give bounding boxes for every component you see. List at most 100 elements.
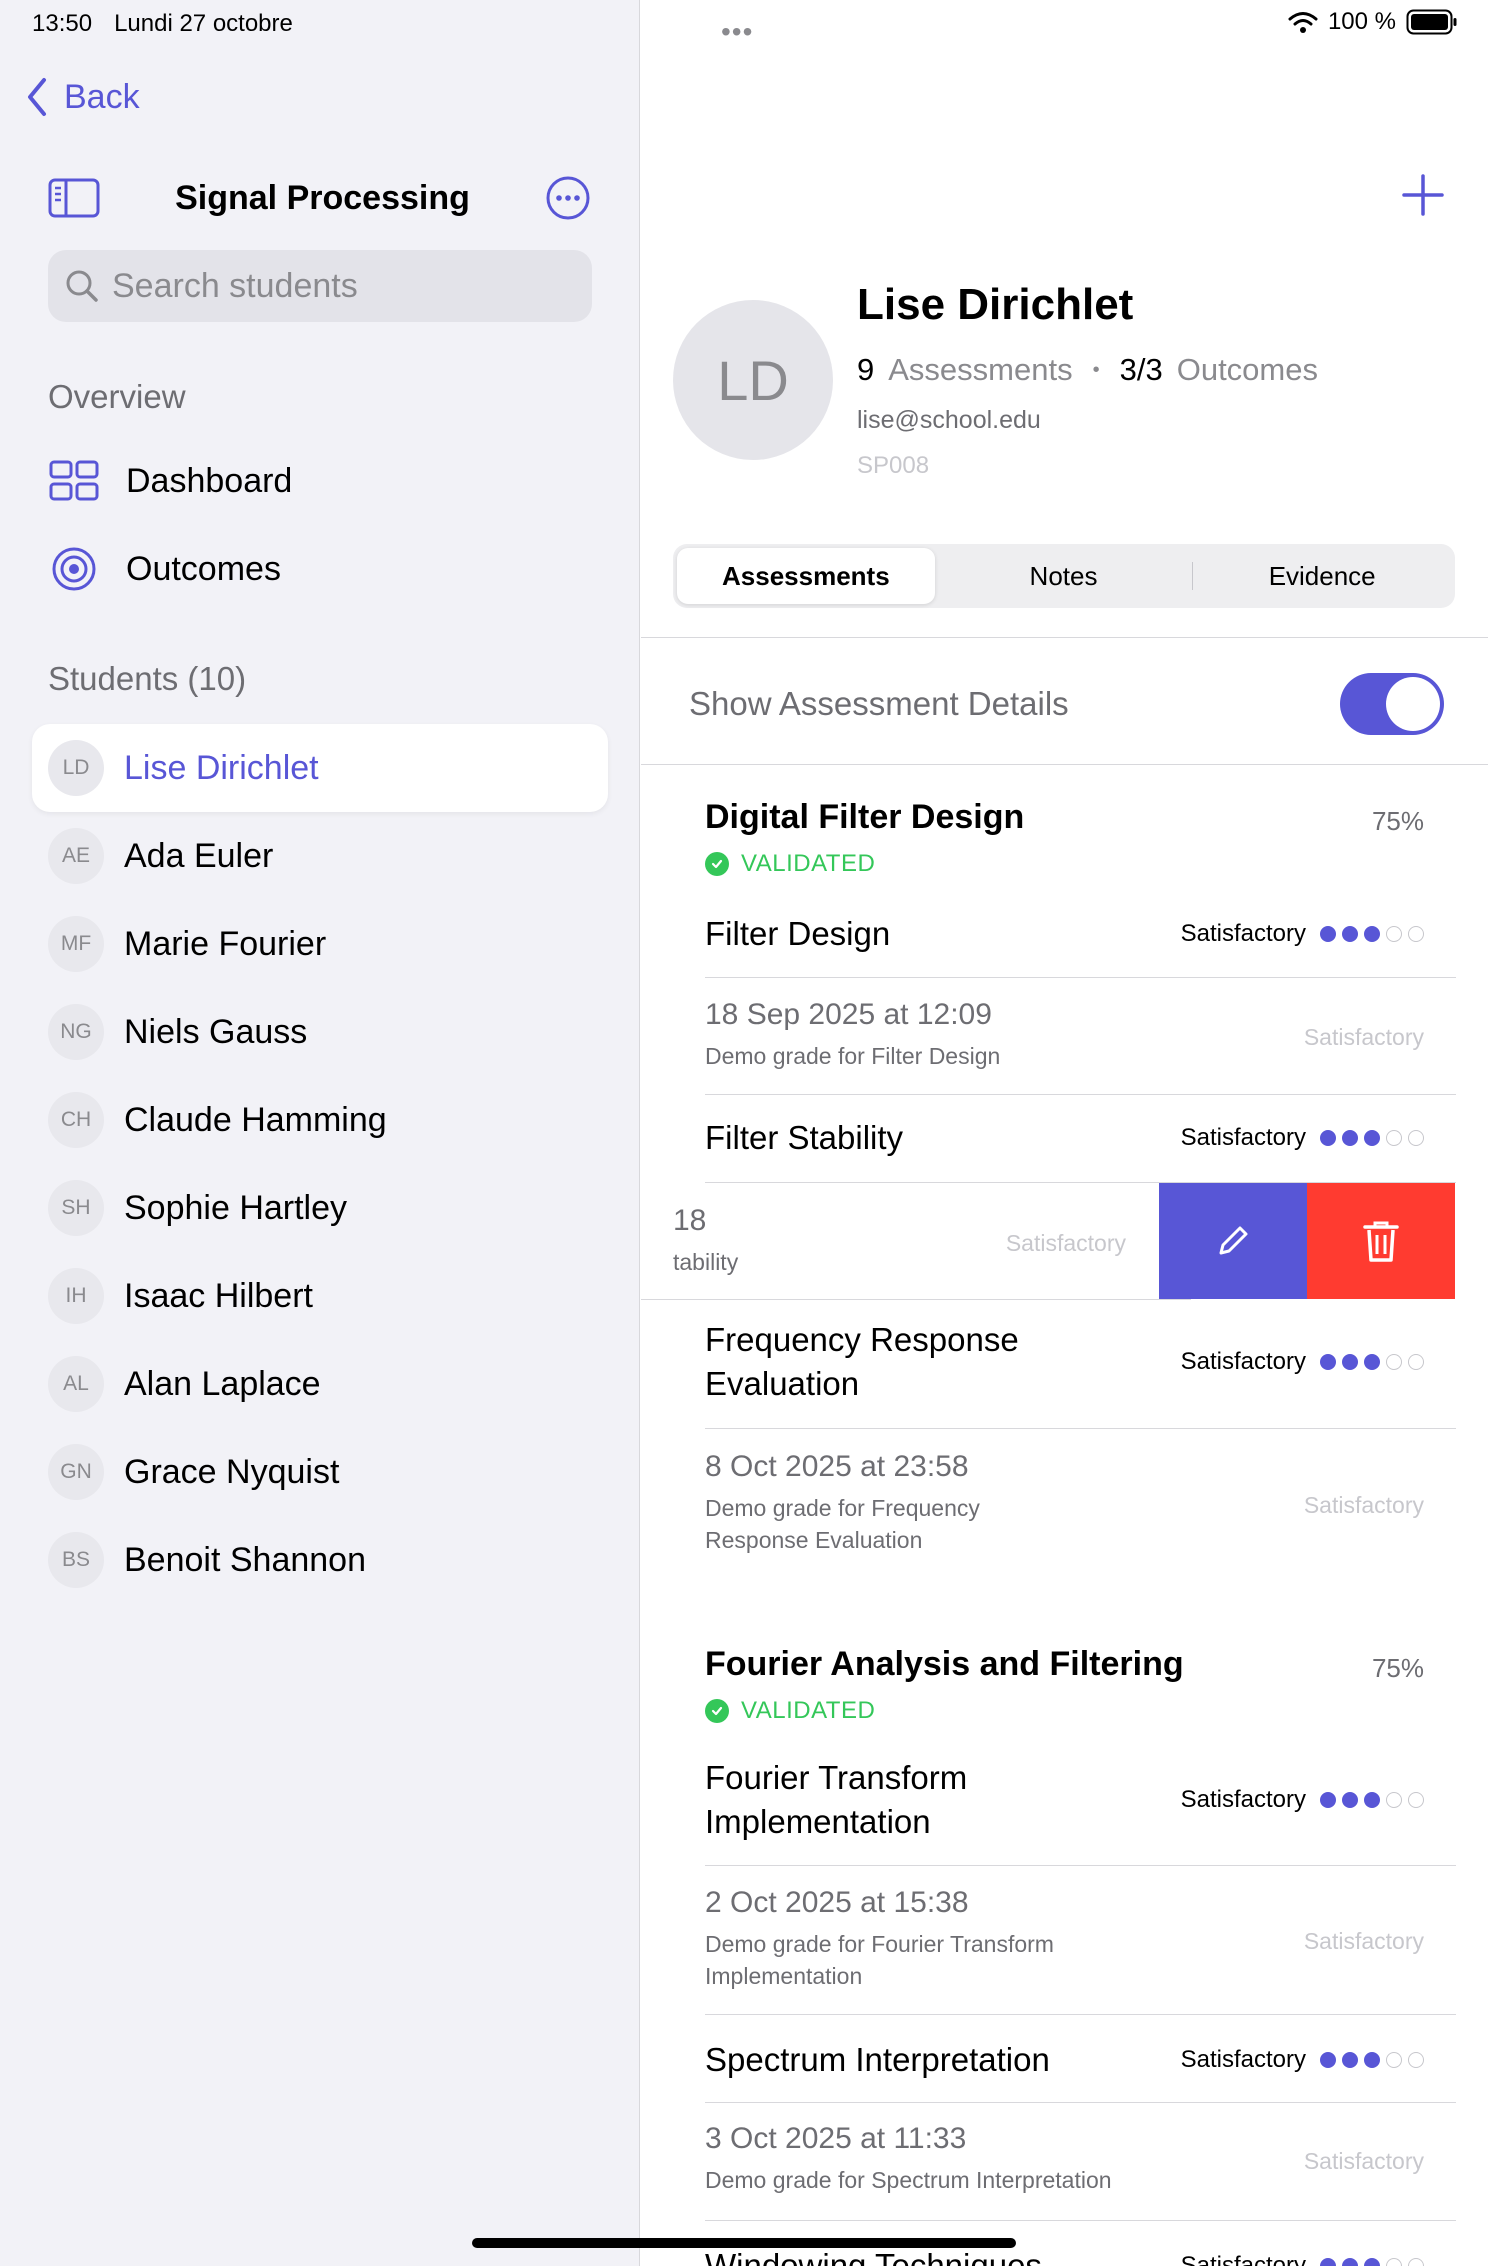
student-item[interactable]: AL Alan Laplace: [32, 1340, 608, 1428]
avatar: MF: [48, 916, 104, 972]
outcome-name: Fourier Transform Implementation: [705, 1759, 968, 1840]
rating-dots: [1320, 1792, 1424, 1808]
sidebar: 13:50 Lundi 27 octobre Back Signal Proce…: [0, 0, 640, 2266]
students-section-title: Students (10): [48, 660, 247, 697]
outcome-row[interactable]: Filter Design Satisfactory: [705, 906, 1424, 962]
grade-entry[interactable]: 18 Sep 2025 at 12:09 Demo grade for Filt…: [705, 998, 1000, 1072]
pencil-icon: [1219, 1226, 1248, 1255]
status-bar-left: 13:50 Lundi 27 octobre: [32, 10, 293, 38]
grade-entry-swiped[interactable]: 18 tability: [673, 1204, 738, 1278]
show-details-toggle[interactable]: [1340, 673, 1444, 735]
outcome-row[interactable]: Frequency Response Evaluation Satisfacto…: [705, 1314, 1424, 1410]
outcome-name: Frequency Response Evaluation: [705, 1321, 1019, 1402]
student-item[interactable]: LD Lise Dirichlet: [32, 724, 608, 812]
divider: [705, 977, 1456, 978]
tab-notes[interactable]: Notes: [935, 548, 1193, 604]
validated-badge: VALIDATED: [705, 850, 875, 878]
divider: [641, 637, 1488, 638]
rating-dots: [1320, 2052, 1424, 2068]
grid-icon: [49, 460, 99, 501]
student-item[interactable]: SH Sophie Hartley: [32, 1164, 608, 1252]
assessments-count: 9: [857, 352, 875, 387]
grade-date: 2 Oct 2025 at 15:38: [705, 1886, 969, 1919]
swipe-actions: [1159, 1183, 1455, 1299]
student-name: Grace Nyquist: [124, 1452, 340, 1491]
more-options-icon[interactable]: [545, 175, 591, 221]
separator-dot: •: [1092, 358, 1100, 381]
battery-icon: [1406, 9, 1457, 35]
avatar: AE: [48, 828, 104, 884]
divider: [705, 2014, 1456, 2015]
profile-student-id: SP008: [857, 452, 930, 479]
sidebar-toggle-icon[interactable]: [48, 174, 100, 222]
group-percent: 75%: [1371, 1653, 1424, 1683]
student-item[interactable]: NG Niels Gauss: [32, 988, 608, 1076]
avatar: NG: [48, 1004, 104, 1060]
rating-level: Satisfactory: [1180, 920, 1306, 947]
profile-email: lise@school.edu: [857, 406, 1041, 434]
outcome-row[interactable]: Spectrum Interpretation Satisfactory: [705, 2032, 1424, 2088]
outcome-name: Filter Design: [705, 915, 891, 952]
nav-item-outcomes[interactable]: Outcomes: [48, 546, 281, 592]
grade-date: 18 Sep 2025 at 12:09: [705, 998, 992, 1031]
student-item[interactable]: GN Grace Nyquist: [32, 1428, 608, 1516]
grade-entry[interactable]: 3 Oct 2025 at 11:33 Demo grade for Spect…: [705, 2122, 1112, 2196]
grade-entry[interactable]: 8 Oct 2025 at 23:58 Demo grade for Frequ…: [705, 1450, 1035, 1556]
avatar: SH: [48, 1180, 104, 1236]
outcome-row[interactable]: Filter Stability Satisfactory: [705, 1110, 1424, 1166]
grade-description: Demo grade for Spectrum Interpretation: [705, 2167, 1112, 2193]
delete-button[interactable]: [1307, 1183, 1455, 1299]
back-button[interactable]: Back: [24, 76, 140, 118]
group-title: Digital Filter Design: [705, 798, 1025, 836]
student-item[interactable]: AE Ada Euler: [32, 812, 608, 900]
home-indicator[interactable]: [472, 2238, 1016, 2248]
outcome-row[interactable]: Fourier Transform Implementation Satisfa…: [705, 1752, 1424, 1848]
grade-date: 3 Oct 2025 at 11:33: [705, 2122, 967, 2155]
tab-evidence[interactable]: Evidence: [1193, 548, 1451, 604]
grade-level: Satisfactory: [1005, 1230, 1126, 1256]
rating-level: Satisfactory: [1180, 1124, 1306, 1151]
grade-entry[interactable]: 2 Oct 2025 at 15:38 Demo grade for Fouri…: [705, 1886, 1105, 1992]
outcome-name: Filter Stability: [705, 1119, 904, 1156]
outcome-name: Spectrum Interpretation: [705, 2041, 1050, 2078]
rating-level: Satisfactory: [1180, 1348, 1306, 1375]
segmented-control: Assessments Notes Evidence: [673, 544, 1455, 608]
search-input[interactable]: [112, 266, 572, 306]
divider: [705, 2220, 1456, 2221]
validated-label: VALIDATED: [741, 850, 876, 877]
multitasking-dots-icon[interactable]: •••: [721, 16, 753, 48]
student-name: Lise Dirichlet: [124, 748, 319, 787]
tab-assessments[interactable]: Assessments: [677, 548, 935, 604]
trash-icon: [1363, 1221, 1399, 1262]
student-item[interactable]: CH Claude Hamming: [32, 1076, 608, 1164]
divider: [705, 1865, 1456, 1866]
outcome-rating: Satisfactory: [1181, 2252, 1424, 2266]
show-details-row: Show Assessment Details: [689, 664, 1444, 744]
avatar: LD: [48, 740, 104, 796]
battery-percent: 100 %: [1327, 8, 1396, 35]
nav-item-dashboard[interactable]: Dashboard: [48, 458, 292, 504]
profile-stats: 9 Assessments • 3/3 Outcomes: [857, 352, 1318, 388]
validated-label: VALIDATED: [741, 1697, 876, 1724]
avatar: BS: [48, 1532, 104, 1588]
target-icon: [52, 547, 96, 591]
assessments-label: Assessments: [888, 352, 1073, 387]
student-item[interactable]: BS Benoit Shannon: [32, 1516, 608, 1604]
grade-description: Demo grade for Fourier Transform Impleme…: [705, 1931, 1054, 1989]
divider: [641, 764, 1488, 765]
nav-label-dashboard: Dashboard: [126, 461, 293, 500]
add-icon[interactable]: [1400, 172, 1446, 218]
student-name: Sophie Hartley: [124, 1188, 348, 1227]
edit-button[interactable]: [1159, 1183, 1307, 1299]
student-item[interactable]: IH Isaac Hilbert: [32, 1252, 608, 1340]
grade-date: 18: [673, 1204, 707, 1237]
student-name: Isaac Hilbert: [124, 1276, 313, 1315]
search-bar[interactable]: [48, 250, 592, 322]
outcome-rating: Satisfactory: [1181, 2046, 1424, 2074]
checkmark-icon: [705, 852, 729, 876]
student-item[interactable]: MF Marie Fourier: [32, 900, 608, 988]
profile-avatar: LD: [673, 300, 833, 460]
rating-level: Satisfactory: [1180, 2046, 1306, 2073]
sidebar-header: Signal Processing: [48, 170, 591, 226]
search-icon: [66, 270, 98, 302]
